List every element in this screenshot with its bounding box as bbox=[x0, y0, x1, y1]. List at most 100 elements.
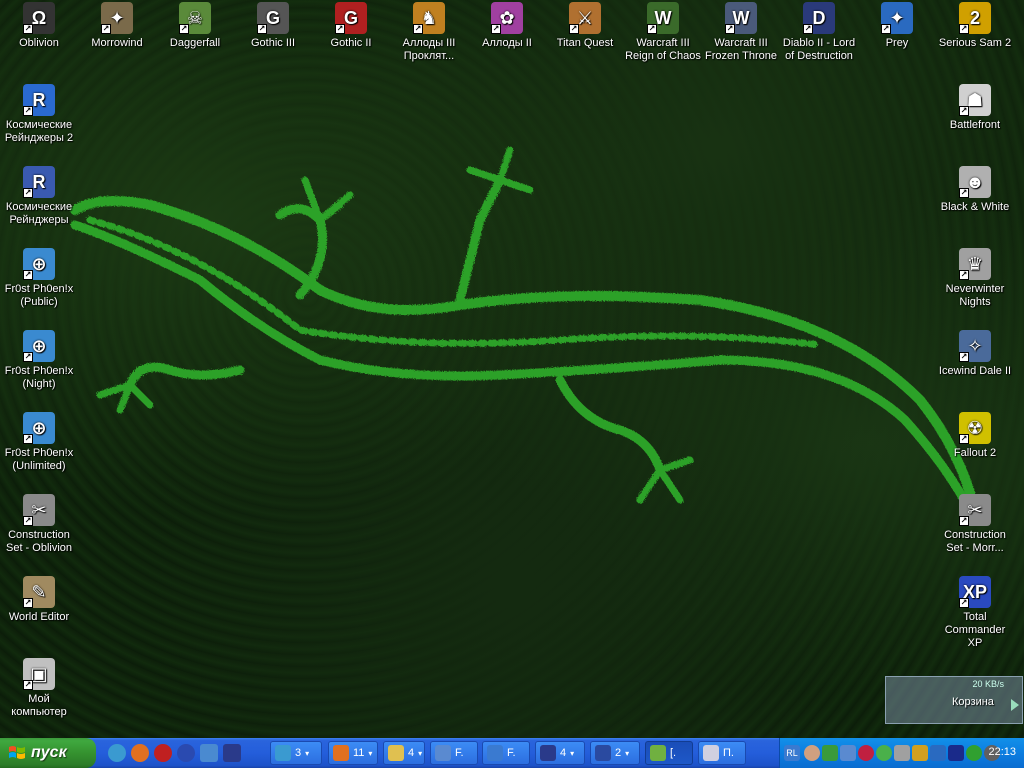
desktop-icon-space-rangers-2[interactable]: R ↗ Космические Рейнджеры 2 bbox=[0, 84, 78, 145]
tray-app-1-icon[interactable] bbox=[822, 745, 838, 761]
desktop-icon-battlefront[interactable]: ☗ ↗ Battlefront bbox=[936, 84, 1014, 132]
Allods-II-icon: ✿ ↗ bbox=[491, 2, 523, 34]
desktop-icon-Warcraft-III-RoC[interactable]: W ↗ Warcraft III Reign of Chaos bbox=[624, 2, 702, 63]
desktop-icon-Gothic-III[interactable]: G ↗ Gothic III bbox=[234, 2, 312, 50]
opera-quicklaunch-icon[interactable] bbox=[154, 744, 172, 762]
save-quicklaunch-icon[interactable] bbox=[223, 744, 241, 762]
shortcut-arrow-icon: ↗ bbox=[803, 24, 813, 34]
task-ie-button[interactable]: 3 ▾ bbox=[270, 741, 322, 765]
firefox-quicklaunch-icon[interactable] bbox=[131, 744, 149, 762]
recycle-bin-label[interactable]: Корзина bbox=[952, 696, 994, 708]
desktop-icon-label: Fr0st Ph0en!x (Public) bbox=[4, 283, 74, 308]
ie-quicklaunch-icon[interactable] bbox=[108, 744, 126, 762]
desktop-icon-Serious-Sam-2[interactable]: 2 ↗ Serious Sam 2 bbox=[936, 2, 1014, 50]
shortcut-arrow-icon: ↗ bbox=[23, 24, 33, 34]
desktop[interactable]: Ω ↗ Oblivion ✦ ↗ Morrowind ☠ ↗ Daggerfall G ↗ Gothi… bbox=[0, 0, 1024, 738]
task-folders-button[interactable]: 4 ▾ bbox=[383, 741, 425, 765]
security-shield-icon[interactable] bbox=[912, 745, 928, 761]
desktop-icon-Gothic-II[interactable]: G ↗ Gothic II bbox=[312, 2, 390, 50]
world-editor-icon: ✎ ↗ bbox=[23, 576, 55, 608]
desktop-icon-Titan-Quest[interactable]: ⚔ ↗ Titan Quest bbox=[546, 2, 624, 50]
Gothic-II-icon: G ↗ bbox=[335, 2, 367, 34]
desktop-icon-label: Warcraft III Reign of Chaos bbox=[625, 37, 701, 62]
task-notes-button[interactable]: [. bbox=[645, 741, 693, 765]
task-word-button[interactable]: 2 ▾ bbox=[590, 741, 640, 765]
shortcut-arrow-icon: ↗ bbox=[23, 352, 33, 362]
desktop-icon-Warcraft-III-TFT[interactable]: W ↗ Warcraft III Frozen Throne bbox=[702, 2, 780, 63]
Morrowind-icon: ✦ ↗ bbox=[101, 2, 133, 34]
Allods-III-icon: ♞ ↗ bbox=[413, 2, 445, 34]
black-and-white-icon: ☻ ↗ bbox=[959, 166, 991, 198]
desktop-icon-fallout-2[interactable]: ☢ ↗ Fallout 2 bbox=[936, 412, 1014, 460]
desktop-icon-frost-phoenix-night[interactable]: ⊕ ↗ Fr0st Ph0en!x (Night) bbox=[0, 330, 78, 391]
desktop-icon-label: Serious Sam 2 bbox=[938, 37, 1012, 49]
start-label: пуск bbox=[31, 744, 67, 761]
Diablo-II-LoD-icon: D ↗ bbox=[803, 2, 835, 34]
play-arrow-icon[interactable] bbox=[1011, 699, 1019, 711]
desktop-icon-icewind-dale-ii[interactable]: ✧ ↗ Icewind Dale II bbox=[936, 330, 1014, 378]
shortcut-arrow-icon: ↗ bbox=[23, 516, 33, 526]
task-save-button[interactable]: 4 ▾ bbox=[535, 741, 585, 765]
desktop-icon-neverwinter-nights[interactable]: ♛ ↗ Neverwinter Nights bbox=[936, 248, 1014, 309]
desktop-icon-Daggerfall[interactable]: ☠ ↗ Daggerfall bbox=[156, 2, 234, 50]
desktop-icon-label: Gothic II bbox=[330, 37, 372, 49]
messenger-quicklaunch-icon[interactable] bbox=[200, 744, 218, 762]
task-firefox-icon bbox=[333, 745, 349, 761]
clock[interactable]: 22:13 bbox=[988, 746, 1016, 758]
task-firefox-button[interactable]: 11 ▾ bbox=[328, 741, 378, 765]
chevron-down-icon: ▾ bbox=[418, 748, 423, 758]
task-word-icon bbox=[595, 745, 611, 761]
desktop-icon-space-rangers[interactable]: R ↗ Космические Рейнджеры bbox=[0, 166, 78, 227]
task-label: 4 bbox=[560, 747, 567, 759]
my-computer-icon: ▣ ↗ bbox=[23, 658, 55, 690]
desktop-icon-construction-set-oblivion[interactable]: ✂ ↗ Construction Set - Oblivion bbox=[0, 494, 78, 555]
start-button[interactable]: пуск bbox=[0, 738, 96, 768]
desktop-icon-label: Fr0st Ph0en!x (Unlimited) bbox=[4, 447, 74, 472]
media-play-tray-icon[interactable] bbox=[948, 745, 964, 761]
neverwinter-nights-icon: ♛ ↗ bbox=[959, 248, 991, 280]
task-player-button[interactable]: П. bbox=[698, 741, 746, 765]
tray-app-6-icon[interactable] bbox=[930, 745, 946, 761]
icewind-dale-ii-icon: ✧ ↗ bbox=[959, 330, 991, 362]
media-player-quicklaunch-icon[interactable] bbox=[177, 744, 195, 762]
frost-phoenix-unlimited-icon: ⊕ ↗ bbox=[23, 412, 55, 444]
tray-app-5-icon[interactable] bbox=[894, 745, 910, 761]
shortcut-arrow-icon: ↗ bbox=[23, 680, 33, 690]
tray-app-2-icon[interactable] bbox=[840, 745, 856, 761]
tray-app-4-icon[interactable] bbox=[876, 745, 892, 761]
task-f2-button[interactable]: F. bbox=[482, 741, 530, 765]
tray-app-7-icon[interactable] bbox=[966, 745, 982, 761]
desktop-icon-total-commander-xp[interactable]: XP ↗ Total Commander XP bbox=[936, 576, 1014, 650]
desktop-icon-frost-phoenix-public[interactable]: ⊕ ↗ Fr0st Ph0en!x (Public) bbox=[0, 248, 78, 309]
shortcut-arrow-icon: ↗ bbox=[23, 434, 33, 444]
desktop-icon-Allods-III[interactable]: ♞ ↗ Аллоды III Проклят... bbox=[390, 2, 468, 63]
desktop-icon-Morrowind[interactable]: ✦ ↗ Morrowind bbox=[78, 2, 156, 50]
task-f1-button[interactable]: F. bbox=[430, 741, 478, 765]
language-indicator-icon[interactable]: RL bbox=[784, 745, 800, 761]
desktop-icon-label: Космические Рейнджеры 2 bbox=[4, 119, 74, 144]
task-label: 4 bbox=[408, 747, 415, 759]
desktop-icon-my-computer[interactable]: ▣ ↗ Мой компьютер bbox=[0, 658, 78, 719]
shortcut-arrow-icon: ↗ bbox=[725, 24, 735, 34]
desktop-icon-Oblivion[interactable]: Ω ↗ Oblivion bbox=[0, 2, 78, 50]
desktop-icon-construction-set-morrowind[interactable]: ✂ ↗ Construction Set - Morr... bbox=[936, 494, 1014, 555]
collapse-tray-icon[interactable] bbox=[804, 745, 820, 761]
desktop-icon-Diablo-II-LoD[interactable]: D ↗ Diablo II - Lord of Destruction bbox=[780, 2, 858, 63]
desktop-icon-black-and-white[interactable]: ☻ ↗ Black & White bbox=[936, 166, 1014, 214]
Gothic-III-icon: G ↗ bbox=[257, 2, 289, 34]
desktop-icon-Allods-II[interactable]: ✿ ↗ Аллоды II bbox=[468, 2, 546, 50]
desktop-icon-label: Black & White bbox=[940, 201, 1010, 213]
shortcut-arrow-icon: ↗ bbox=[881, 24, 891, 34]
desktop-icon-Prey[interactable]: ✦ ↗ Prey bbox=[858, 2, 936, 50]
shortcut-arrow-icon: ↗ bbox=[179, 24, 189, 34]
tray-app-3-icon[interactable] bbox=[858, 745, 874, 761]
shortcut-arrow-icon: ↗ bbox=[569, 24, 579, 34]
shortcut-arrow-icon: ↗ bbox=[959, 434, 969, 444]
desktop-icon-frost-phoenix-unlimited[interactable]: ⊕ ↗ Fr0st Ph0en!x (Unlimited) bbox=[0, 412, 78, 473]
desktop-icon-world-editor[interactable]: ✎ ↗ World Editor bbox=[0, 576, 78, 624]
space-rangers-icon: R ↗ bbox=[23, 166, 55, 198]
task-label: П. bbox=[723, 747, 734, 759]
network-meter-widget[interactable]: 20 KB/s Корзина bbox=[885, 676, 1023, 724]
shortcut-arrow-icon: ↗ bbox=[101, 24, 111, 34]
task-folders-icon bbox=[388, 745, 404, 761]
